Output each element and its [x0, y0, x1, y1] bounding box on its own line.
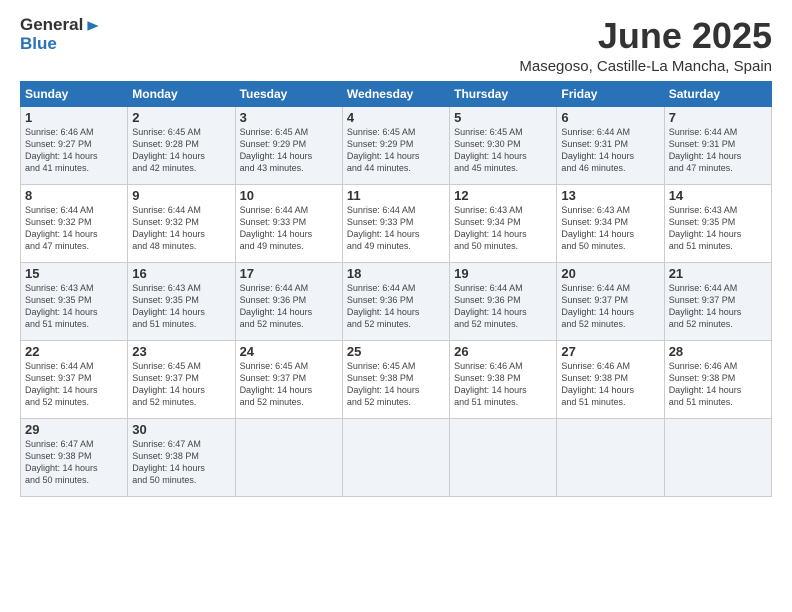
header-tuesday: Tuesday [235, 81, 342, 106]
table-row: 3Sunrise: 6:45 AMSunset: 9:29 PMDaylight… [235, 106, 342, 184]
table-row: 21Sunrise: 6:44 AMSunset: 9:37 PMDayligh… [664, 262, 771, 340]
header-saturday: Saturday [664, 81, 771, 106]
table-row: 23Sunrise: 6:45 AMSunset: 9:37 PMDayligh… [128, 340, 235, 418]
table-row: 19Sunrise: 6:44 AMSunset: 9:36 PMDayligh… [450, 262, 557, 340]
calendar-table: Sunday Monday Tuesday Wednesday Thursday… [20, 81, 772, 497]
table-row: 15Sunrise: 6:43 AMSunset: 9:35 PMDayligh… [21, 262, 128, 340]
header-friday: Friday [557, 81, 664, 106]
table-row: 13Sunrise: 6:43 AMSunset: 9:34 PMDayligh… [557, 184, 664, 262]
header-thursday: Thursday [450, 81, 557, 106]
calendar-subtitle: Masegoso, Castille-La Mancha, Spain [519, 58, 772, 75]
table-row: 25Sunrise: 6:45 AMSunset: 9:38 PMDayligh… [342, 340, 449, 418]
title-block: June 2025 Masegoso, Castille-La Mancha, … [519, 16, 772, 75]
table-row: 20Sunrise: 6:44 AMSunset: 9:37 PMDayligh… [557, 262, 664, 340]
table-row: 8Sunrise: 6:44 AMSunset: 9:32 PMDaylight… [21, 184, 128, 262]
table-row: 2Sunrise: 6:45 AMSunset: 9:28 PMDaylight… [128, 106, 235, 184]
table-row: 17Sunrise: 6:44 AMSunset: 9:36 PMDayligh… [235, 262, 342, 340]
logo-icon [85, 18, 101, 34]
table-row: 4Sunrise: 6:45 AMSunset: 9:29 PMDaylight… [342, 106, 449, 184]
table-row: 12Sunrise: 6:43 AMSunset: 9:34 PMDayligh… [450, 184, 557, 262]
header-wednesday: Wednesday [342, 81, 449, 106]
table-row: 5Sunrise: 6:45 AMSunset: 9:30 PMDaylight… [450, 106, 557, 184]
calendar-title: June 2025 [519, 16, 772, 56]
table-row: 28Sunrise: 6:46 AMSunset: 9:38 PMDayligh… [664, 340, 771, 418]
header-monday: Monday [128, 81, 235, 106]
table-row: 24Sunrise: 6:45 AMSunset: 9:37 PMDayligh… [235, 340, 342, 418]
header-row-days: Sunday Monday Tuesday Wednesday Thursday… [21, 81, 772, 106]
table-row: 22Sunrise: 6:44 AMSunset: 9:37 PMDayligh… [21, 340, 128, 418]
table-row: 18Sunrise: 6:44 AMSunset: 9:36 PMDayligh… [342, 262, 449, 340]
table-row: 7Sunrise: 6:44 AMSunset: 9:31 PMDaylight… [664, 106, 771, 184]
table-row [342, 418, 449, 496]
table-row [235, 418, 342, 496]
table-row: 30Sunrise: 6:47 AMSunset: 9:38 PMDayligh… [128, 418, 235, 496]
table-row: 16Sunrise: 6:43 AMSunset: 9:35 PMDayligh… [128, 262, 235, 340]
table-row: 6Sunrise: 6:44 AMSunset: 9:31 PMDaylight… [557, 106, 664, 184]
header-sunday: Sunday [21, 81, 128, 106]
logo: General Blue [20, 16, 101, 53]
table-row [557, 418, 664, 496]
table-row: 27Sunrise: 6:46 AMSunset: 9:38 PMDayligh… [557, 340, 664, 418]
table-row [450, 418, 557, 496]
table-row: 14Sunrise: 6:43 AMSunset: 9:35 PMDayligh… [664, 184, 771, 262]
table-row: 10Sunrise: 6:44 AMSunset: 9:33 PMDayligh… [235, 184, 342, 262]
header-row: General Blue June 2025 Masegoso, Castill… [20, 16, 772, 75]
table-row: 1Sunrise: 6:46 AMSunset: 9:27 PMDaylight… [21, 106, 128, 184]
table-row: 26Sunrise: 6:46 AMSunset: 9:38 PMDayligh… [450, 340, 557, 418]
table-row: 29Sunrise: 6:47 AMSunset: 9:38 PMDayligh… [21, 418, 128, 496]
table-row [664, 418, 771, 496]
table-row: 9Sunrise: 6:44 AMSunset: 9:32 PMDaylight… [128, 184, 235, 262]
page: General Blue June 2025 Masegoso, Castill… [0, 0, 792, 507]
table-row: 11Sunrise: 6:44 AMSunset: 9:33 PMDayligh… [342, 184, 449, 262]
